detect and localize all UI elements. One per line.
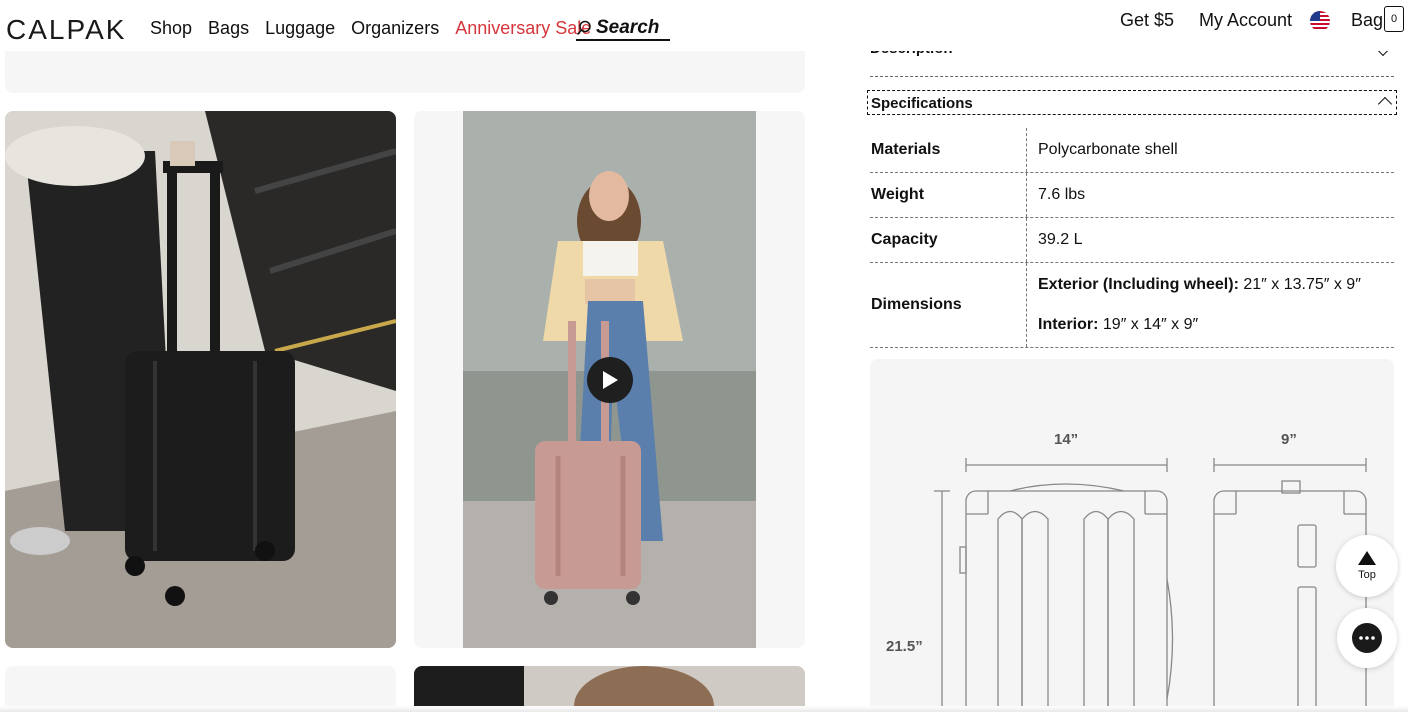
nav-luggage[interactable]: Luggage: [265, 18, 335, 39]
top-label: Top: [1358, 569, 1376, 581]
spec-row-materials: Materials Polycarbonate shell: [870, 128, 1394, 173]
chevron-up-icon: [1377, 96, 1393, 112]
spec-key: Materials: [871, 128, 1027, 172]
dim-int-value: 19″ x 14″ x 9″: [1098, 316, 1199, 333]
my-account-link[interactable]: My Account: [1199, 10, 1292, 31]
play-video-button[interactable]: [587, 357, 633, 403]
spec-key: Capacity: [871, 218, 1027, 262]
chat-icon: [1352, 623, 1382, 653]
calpak-logo[interactable]: CALPAK: [6, 14, 126, 46]
diagram-height-label: 21.5”: [886, 638, 923, 655]
spec-row-weight: Weight 7.6 lbs: [870, 173, 1394, 218]
us-flag-icon[interactable]: [1310, 11, 1330, 31]
dim-int-label: Interior:: [1038, 316, 1099, 333]
specifications-accordion[interactable]: Specifications: [867, 90, 1397, 115]
spec-row-capacity: Capacity 39.2 L: [870, 218, 1394, 263]
spec-row-dimensions: Dimensions Exterior (Including wheel): 2…: [870, 263, 1394, 348]
dimensions-exterior: Exterior (Including wheel): 21″ x 13.75″…: [1038, 276, 1361, 294]
search-field[interactable]: Search: [576, 17, 670, 41]
arrow-up-icon: [1358, 551, 1376, 565]
chat-button[interactable]: [1337, 608, 1397, 668]
get-5-link[interactable]: Get $5: [1120, 10, 1174, 31]
spec-key: Weight: [871, 173, 1027, 217]
specifications-label: Specifications: [871, 95, 973, 112]
bottom-bar-shadow: [0, 706, 1408, 712]
play-icon: [603, 371, 618, 389]
diagram-width-label: 14”: [1054, 431, 1079, 448]
specifications-table: Materials Polycarbonate shell Weight 7.6…: [870, 128, 1394, 348]
product-photo-black-suitcase[interactable]: [5, 111, 396, 648]
bag-count: 0: [1390, 13, 1398, 25]
diagram-depth-label: 9”: [1281, 431, 1297, 448]
back-to-top-button[interactable]: Top: [1336, 535, 1398, 597]
dim-ext-value: 21″ x 13.75″ x 9″: [1238, 276, 1361, 293]
spec-value: Polycarbonate shell: [1038, 141, 1178, 158]
dim-ext-label: Exterior (Including wheel):: [1038, 276, 1239, 293]
site-header: CALPAK Shop Bags Luggage Organizers Anni…: [0, 0, 1408, 51]
nav-bags[interactable]: Bags: [208, 18, 249, 39]
spec-value: 39.2 L: [1038, 231, 1083, 248]
search-label: Search: [596, 17, 660, 38]
nav-anniversary-sale[interactable]: Anniversary Sale: [455, 18, 591, 39]
bag-link[interactable]: Bag: [1351, 10, 1383, 31]
nav-organizers[interactable]: Organizers: [351, 18, 439, 39]
dimensions-diagram: 14” 9” 21.5”: [870, 359, 1394, 712]
spec-key: Dimensions: [871, 263, 1027, 347]
dimensions-interior: Interior: 19″ x 14″ x 9″: [1038, 316, 1198, 334]
search-icon: [576, 20, 591, 35]
nav-shop[interactable]: Shop: [150, 18, 192, 39]
spec-value: 7.6 lbs: [1038, 186, 1086, 203]
shopping-bag-icon[interactable]: 0: [1384, 6, 1404, 32]
main-nav: Shop Bags Luggage Organizers Anniversary…: [150, 18, 591, 39]
